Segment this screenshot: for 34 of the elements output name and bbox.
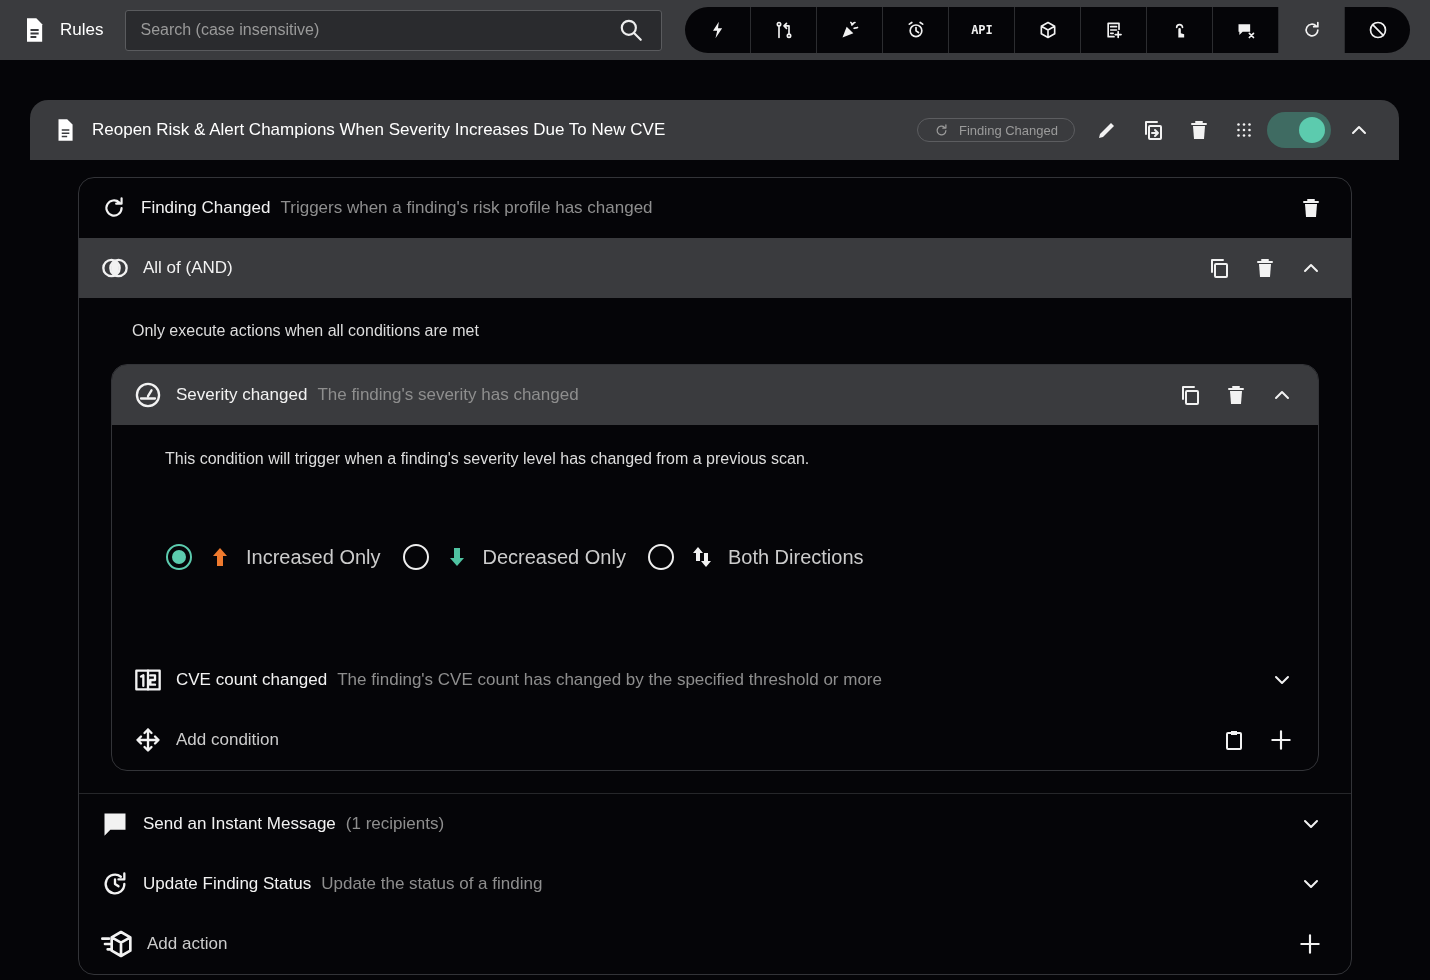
search-field[interactable]: Search (case insensitive) <box>125 9 663 51</box>
add-condition-label: Add condition <box>176 730 280 750</box>
rule-title: Reopen Risk & Alert Champions When Severity Increases Due To New CVE <box>92 120 667 140</box>
plus-icon <box>1297 931 1323 957</box>
action-title: Update Finding Status <box>143 874 312 894</box>
trigger-chip-label: Finding Changed <box>958 122 1058 138</box>
group-hint: Only execute actions when all conditions are met <box>131 321 480 341</box>
add-action-label: Add action <box>147 934 228 954</box>
action-description: Update the status of a finding <box>321 874 543 894</box>
option-label: Both Directions <box>727 545 864 569</box>
cube-list-icon <box>101 928 133 960</box>
block-icon <box>1367 20 1388 40</box>
action-title: Send an Instant Message <box>143 814 336 834</box>
refresh-icon <box>933 122 949 138</box>
gauge-icon <box>134 381 162 409</box>
action-description: (1 recipients) <box>345 814 445 834</box>
enable-toggle[interactable] <box>1267 112 1331 148</box>
api-button[interactable]: API <box>948 7 1015 53</box>
condition-detail: This condition will trigger when a finding's severity level has changed from a previous scan. <box>164 449 811 468</box>
trigger-title: Finding Changed <box>141 198 271 218</box>
move-arrows-icon <box>134 726 162 754</box>
condition-title: CVE count changed <box>176 670 328 690</box>
group-title: All of (AND) <box>143 258 233 278</box>
option-label: Decreased Only <box>482 545 626 569</box>
app-title: Rules <box>60 20 104 40</box>
radio-button[interactable] <box>166 544 192 570</box>
trigger-description: Triggers when a finding's risk profile has changed <box>280 198 653 218</box>
condition-description: The finding's CVE count has changed by the specified threshold or more <box>337 670 882 690</box>
history-icon <box>101 870 129 898</box>
plus-icon <box>1268 727 1294 753</box>
cube-icon <box>1037 20 1058 40</box>
option-label: Increased Only <box>246 545 381 569</box>
condition-description: The finding's severity has changed <box>317 385 579 405</box>
condition-title: Severity changed <box>176 385 308 405</box>
